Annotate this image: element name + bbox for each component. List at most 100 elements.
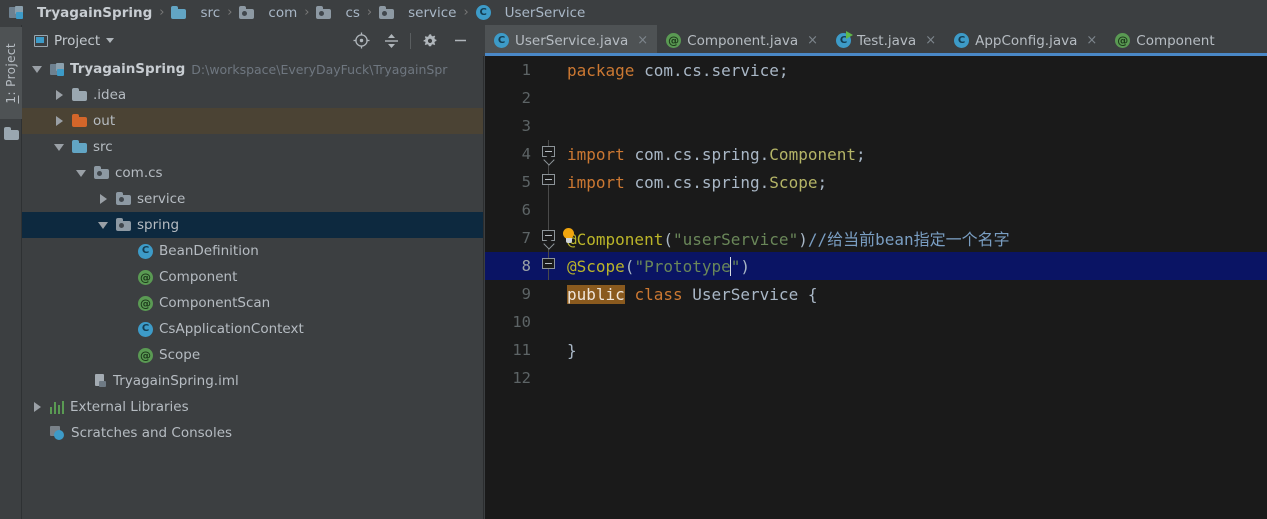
code-line-text: @Scope("Prototype") <box>558 256 750 276</box>
code-token: { <box>807 284 818 304</box>
chevron-right-icon[interactable] <box>96 194 110 204</box>
breadcrumb-item-cs[interactable]: cs <box>313 5 362 21</box>
fold-gutter[interactable] <box>540 56 558 84</box>
fold-collapse-icon[interactable] <box>542 174 555 185</box>
breadcrumb-item-com[interactable]: com <box>236 5 300 21</box>
editor-tab-appconfig-java[interactable]: AppConfig.java × <box>945 25 1106 56</box>
chevron-down-icon[interactable] <box>30 65 44 73</box>
project-title-dropdown[interactable]: Project <box>22 32 115 49</box>
tree-item-comcs[interactable]: com.cs <box>22 160 483 186</box>
fold-collapse-icon[interactable] <box>542 258 555 269</box>
chevron-down-icon[interactable] <box>52 143 66 151</box>
close-icon[interactable]: × <box>637 33 648 48</box>
collapse-all-icon[interactable] <box>376 28 406 54</box>
fold-gutter[interactable] <box>540 224 558 252</box>
code-token: ; <box>856 144 866 164</box>
tree-item-component[interactable]: Component <box>22 264 483 290</box>
fold-gutter[interactable] <box>540 252 558 280</box>
package-icon <box>379 5 395 19</box>
project-title-label: Project <box>54 32 101 49</box>
fold-gutter[interactable] <box>540 84 558 112</box>
line-number: 8 <box>521 257 531 275</box>
folder-icon[interactable] <box>4 125 19 144</box>
tree-item-root[interactable]: TryagainSpring D:\workspace\EveryDayFuck\… <box>22 56 483 82</box>
code-token: //给当前bean指定一个名字 <box>807 230 1010 249</box>
code-editor[interactable]: 1 package com.cs.service; 2 3 4 import com.cs… <box>485 56 1267 519</box>
tree-item-spring[interactable]: spring <box>22 212 483 238</box>
chevron-down-icon[interactable] <box>106 38 115 43</box>
close-icon[interactable]: × <box>807 33 818 48</box>
chevron-right-icon[interactable] <box>52 90 66 100</box>
fold-collapse-icon[interactable] <box>542 230 555 241</box>
fold-gutter[interactable] <box>540 364 558 392</box>
close-icon[interactable]: × <box>925 33 936 48</box>
editor-tab-test-java[interactable]: C Test.java × <box>827 25 945 56</box>
tree-item-componentscan[interactable]: ComponentScan <box>22 290 483 316</box>
folder-icon-excluded <box>72 114 87 127</box>
chevron-down-icon[interactable] <box>96 221 110 229</box>
tree-item-beandefinition[interactable]: BeanDefinition <box>22 238 483 264</box>
tree-item-label: TryagainSpring <box>70 61 186 77</box>
chevron-right-icon[interactable] <box>52 116 66 126</box>
fold-gutter[interactable] <box>540 308 558 336</box>
line-number: 10 <box>512 313 531 331</box>
tree-item-iml[interactable]: TryagainSpring.iml <box>22 368 483 394</box>
code-line-12[interactable]: 12 <box>485 364 1267 392</box>
fold-gutter[interactable] <box>540 280 558 308</box>
gear-icon[interactable] <box>415 28 445 54</box>
code-line-11[interactable]: 11} <box>485 336 1267 364</box>
fold-gutter[interactable] <box>540 168 558 196</box>
tree-item-src[interactable]: src <box>22 134 483 160</box>
folder-icon <box>72 88 87 101</box>
code-line-5[interactable]: 5 import com.cs.spring.Scope; <box>485 168 1267 196</box>
locate-file-icon[interactable] <box>346 28 376 54</box>
close-icon[interactable]: × <box>1086 33 1097 48</box>
tree-item-scratches[interactable]: Scratches and Consoles <box>22 420 483 446</box>
tree-item-scope[interactable]: Scope <box>22 342 483 368</box>
tree-item-label: BeanDefinition <box>159 243 259 259</box>
tree-item-out[interactable]: out <box>22 108 483 134</box>
fold-gutter[interactable] <box>540 112 558 140</box>
code-line-1[interactable]: 1 package com.cs.service; <box>485 56 1267 84</box>
breadcrumb-item-userservice[interactable]: UserService <box>473 5 589 21</box>
code-line-3[interactable]: 3 <box>485 112 1267 140</box>
fold-gutter[interactable] <box>540 336 558 364</box>
code-line-8[interactable]: 8 @Scope("Prototype") <box>485 252 1267 280</box>
code-line-2[interactable]: 2 <box>485 84 1267 112</box>
line-number: 4 <box>521 145 531 163</box>
code-line-4[interactable]: 4 import com.cs.spring.Component; <box>485 140 1267 168</box>
fold-gutter[interactable] <box>540 196 558 224</box>
project-toolbar: Project <box>22 25 485 56</box>
tree-item-idea[interactable]: .idea <box>22 82 483 108</box>
code-token: com.cs.service; <box>644 60 789 80</box>
breadcrumb-item-src[interactable]: src <box>168 5 223 21</box>
tree-item-service[interactable]: service <box>22 186 483 212</box>
breadcrumb-item-label: com <box>268 4 298 21</box>
minimize-icon[interactable] <box>445 28 475 54</box>
editor-tab-component-java[interactable]: Component.java × <box>657 25 827 56</box>
code-line-9[interactable]: 9 public class UserService { <box>485 280 1267 308</box>
project-window-icon <box>34 34 48 47</box>
breadcrumb-item-tryagainspring[interactable]: TryagainSpring <box>6 5 155 21</box>
line-number: 3 <box>521 117 531 135</box>
fold-collapse-icon[interactable] <box>542 146 555 157</box>
tree-item-label: Scratches and Consoles <box>71 425 233 441</box>
code-line-10[interactable]: 10 <box>485 308 1267 336</box>
tree-item-extlibs[interactable]: External Libraries <box>22 394 483 420</box>
chevron-right-icon[interactable] <box>30 402 44 412</box>
chevron-down-icon[interactable] <box>74 169 88 177</box>
project-tree[interactable]: TryagainSpring D:\workspace\EveryDayFuck\… <box>22 56 484 519</box>
code-token: } <box>567 340 577 360</box>
scratch-icon <box>50 426 65 440</box>
intention-bulb-icon[interactable] <box>562 228 575 244</box>
fold-gutter[interactable] <box>540 140 558 168</box>
editor-tab-component[interactable]: Component <box>1106 25 1223 56</box>
breadcrumb-item-service[interactable]: service <box>376 5 459 21</box>
editor-tab-userservice-java[interactable]: UserService.java × <box>485 25 658 56</box>
breadcrumb-item-label: cs <box>345 4 360 21</box>
code-line-6[interactable]: 6 <box>485 196 1267 224</box>
code-line-7[interactable]: 7 @Component("userService")//给当前bean指定一个名… <box>485 224 1267 252</box>
tree-item-csapplicationcontext[interactable]: CsApplicationContext <box>22 316 483 342</box>
sidebar-tab-project[interactable]: 1: Project <box>0 27 22 119</box>
